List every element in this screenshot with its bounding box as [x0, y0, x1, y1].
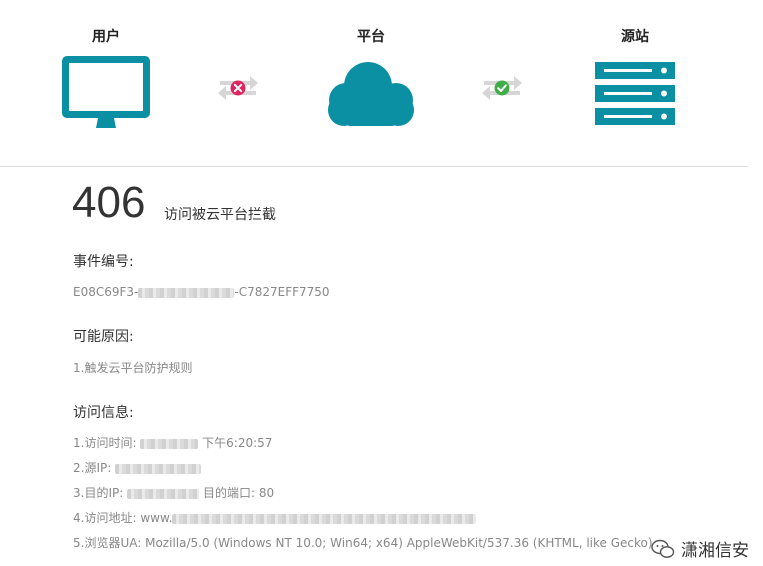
user-label: 用户 — [92, 29, 120, 45]
flow-diagram: 用户 平台 源站 — [0, 0, 748, 167]
error-code: 406 — [72, 178, 146, 227]
url-label: 4.访问地址: — [73, 511, 137, 525]
access-time: 1.访问时间: 下午6:20:57 — [73, 434, 272, 451]
reason-item: 1.触发云平台防护规则 — [73, 361, 193, 375]
watermark: 潇湘信安 — [651, 536, 749, 561]
access-src-ip: 2.源IP: — [73, 459, 202, 476]
redacted-text — [138, 287, 235, 298]
platform-label: 平台 — [357, 29, 385, 45]
access-time-value: 下午6:20:57 — [202, 436, 273, 450]
access-dest-ip: 3.目的IP: 目的端口: 80 — [73, 484, 274, 501]
redacted-text — [172, 513, 477, 524]
access-url: 4.访问地址: www. — [73, 509, 477, 526]
dest-port-label: 目的端口: — [202, 486, 255, 500]
event-id-suffix: -C7827EFF7750 — [234, 285, 330, 299]
access-ua: 5.浏览器UA: Mozilla/5.0 (Windows NT 10.0; W… — [73, 534, 653, 551]
redacted-text — [140, 438, 199, 449]
server-icon — [595, 62, 675, 125]
event-id-prefix: E08C69F3- — [73, 285, 139, 299]
access-time-label: 1.访问时间: — [73, 436, 137, 450]
origin-label: 源站 — [621, 29, 649, 45]
wechat-icon — [651, 539, 675, 558]
event-id: E08C69F3- -C7827EFF7750 — [73, 285, 330, 299]
monitor-icon — [62, 56, 150, 128]
event-title: 事件编号: — [73, 254, 134, 270]
link-user-platform-arrows — [218, 76, 258, 100]
access-title: 访问信息: — [73, 405, 134, 421]
redacted-text — [127, 488, 200, 499]
error-description: 访问被云平台拦截 — [164, 207, 276, 223]
ok-check-icon — [494, 80, 510, 96]
redacted-text — [115, 463, 202, 474]
watermark-text: 潇湘信安 — [681, 541, 749, 561]
dest-ip-label: 3.目的IP: — [73, 486, 124, 500]
url-prefix: www. — [140, 511, 173, 525]
blocked-x-icon — [230, 80, 246, 96]
src-ip-label: 2.源IP: — [73, 461, 112, 475]
cloud-icon — [328, 62, 414, 126]
ua-value: Mozilla/5.0 (Windows NT 10.0; Win64; x64… — [145, 536, 653, 550]
link-platform-origin-arrows — [482, 76, 522, 100]
reason-title: 可能原因: — [73, 329, 134, 345]
ua-label: 5.浏览器UA: — [73, 536, 142, 550]
dest-port-value: 80 — [258, 486, 275, 500]
